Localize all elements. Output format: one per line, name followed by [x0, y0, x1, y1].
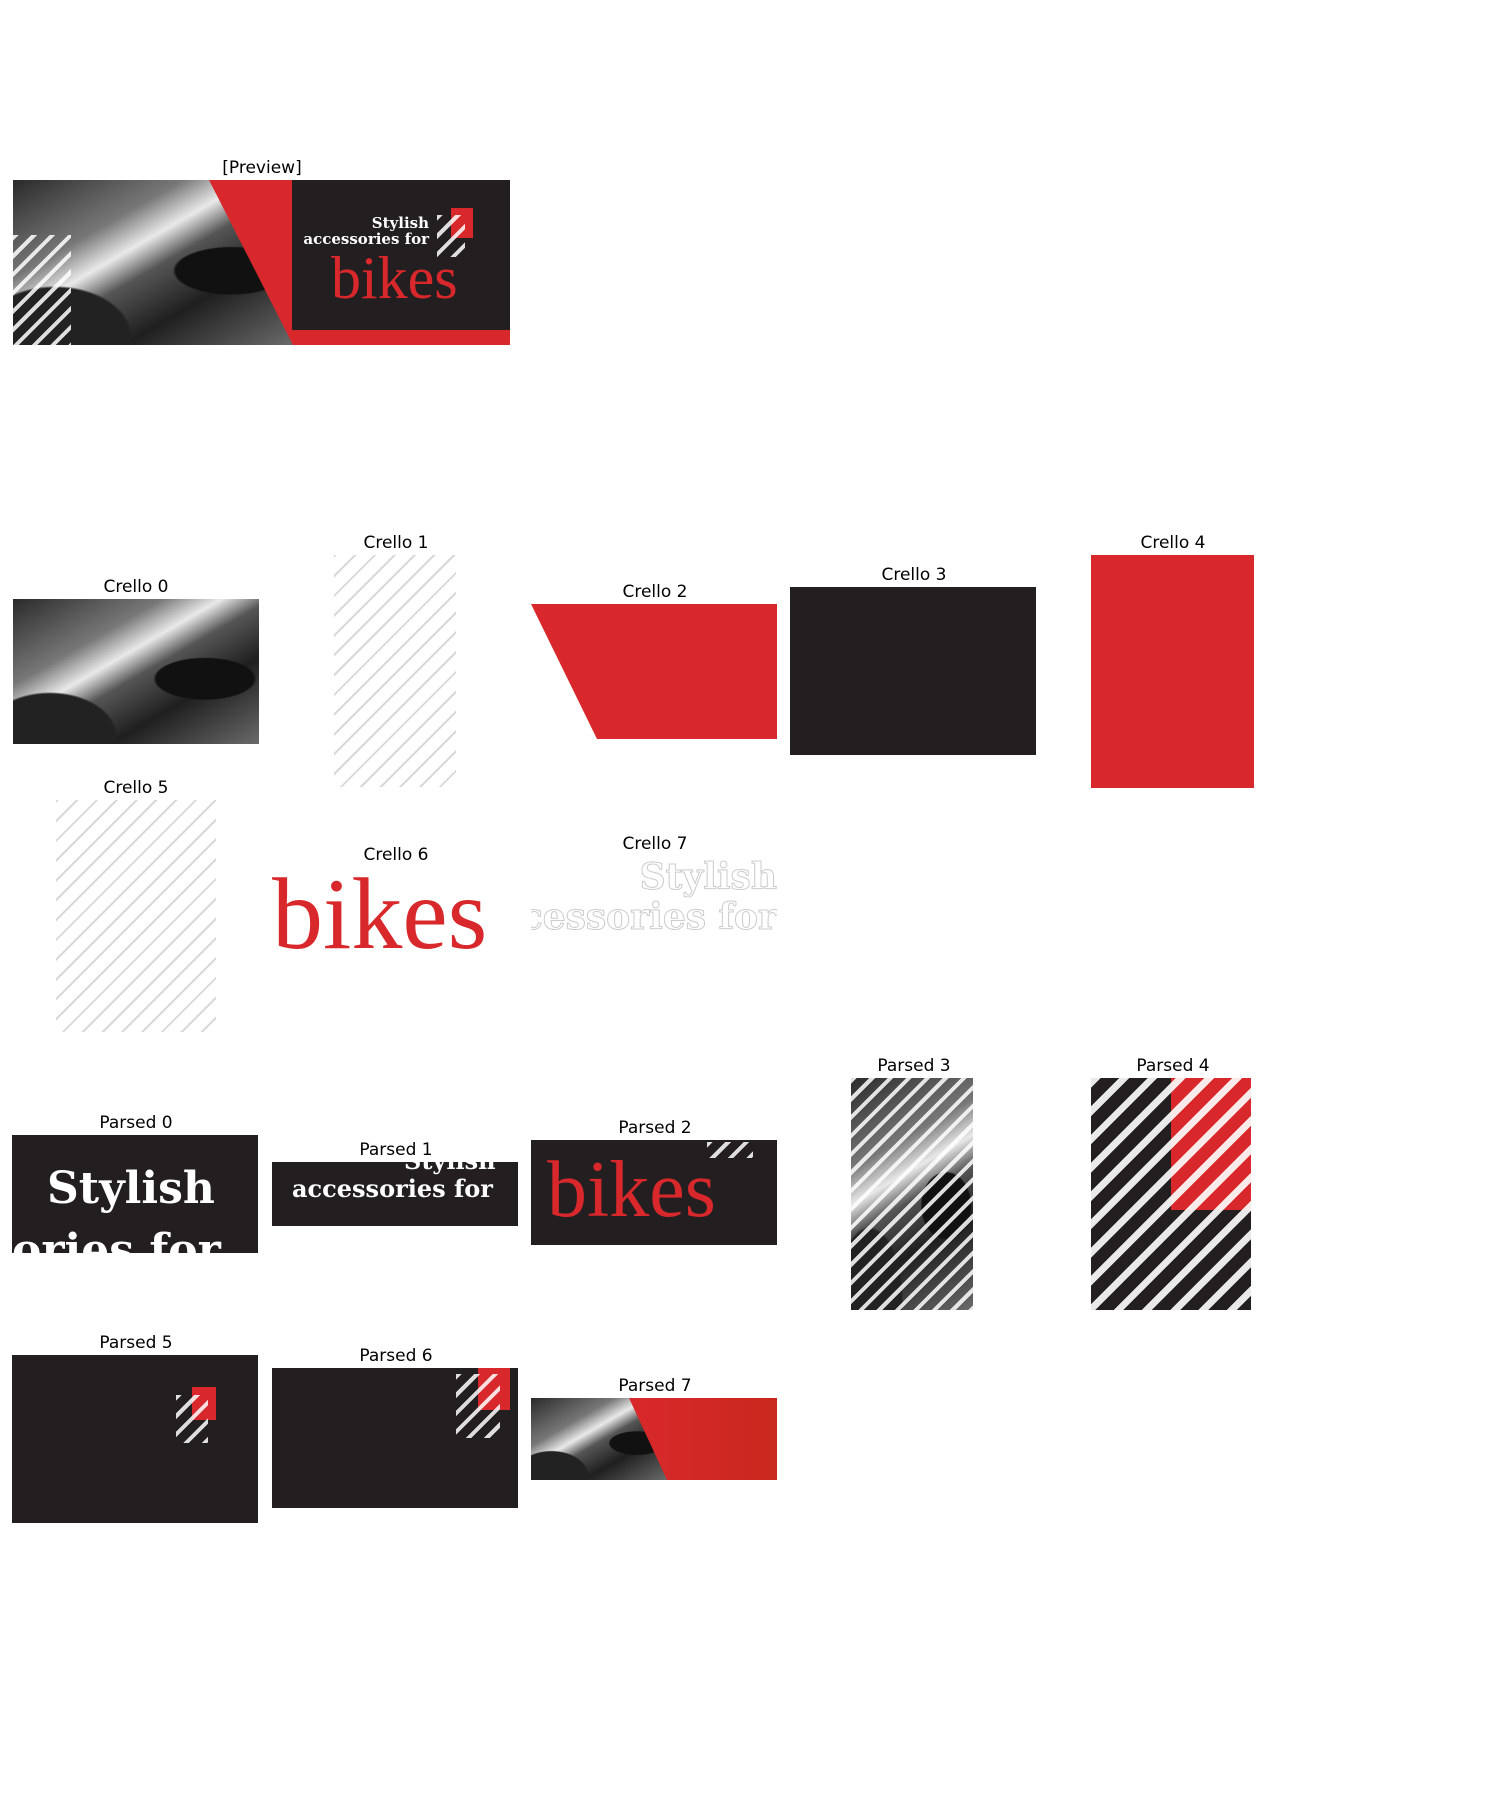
crello-3: Crello 3 [790, 565, 1038, 757]
preview-panel: [Preview] Stylish accessories for bikes [12, 158, 512, 348]
parsed-1-caption: Parsed 1 [359, 1140, 433, 1160]
crello-3-shape [790, 587, 1036, 755]
crello-0-photo [13, 599, 259, 744]
crello-2-caption: Crello 2 [622, 582, 688, 602]
parsed-0-caption: Parsed 0 [99, 1113, 173, 1133]
parsed-7-photo [531, 1398, 667, 1480]
parsed-0-crop: Stylish ories for [12, 1135, 258, 1253]
parsed-7-caption: Parsed 7 [618, 1376, 692, 1396]
crello-0-caption: Crello 0 [103, 577, 169, 597]
parsed-3: Parsed 3 [790, 1056, 1038, 1316]
crello-2-shape [531, 604, 777, 739]
crello-6: Crello 6 bikes [272, 845, 520, 971]
parsed-1-crop: Stylish accessories for [272, 1162, 518, 1226]
crello-1-caption: Crello 1 [363, 533, 429, 553]
preview-canvas: Stylish accessories for bikes [13, 180, 510, 345]
parsed-6-caption: Parsed 6 [359, 1346, 433, 1366]
crello-7-text: Stylish cessories for [531, 856, 777, 940]
parsed-4-stripes [1091, 1078, 1251, 1310]
parsed-7: Parsed 7 [531, 1376, 779, 1486]
crello-1: Crello 1 [272, 533, 520, 793]
preview-caption: [Preview] [222, 158, 302, 178]
parsed-6-crop [272, 1368, 518, 1508]
parsed-5-caption: Parsed 5 [99, 1333, 173, 1353]
parsed-1-line2: accessories for [292, 1174, 493, 1203]
crello-4-caption: Crello 4 [1140, 533, 1206, 553]
crello-7-line2: cessories for [531, 896, 777, 939]
crello-7-line1: Stylish [639, 856, 777, 899]
crello-4-shape [1091, 555, 1254, 788]
parsed-3-stripes [851, 1078, 973, 1310]
parsed-7-crop [531, 1398, 777, 1480]
parsed-0-line1: Stylish [47, 1163, 215, 1214]
crello-2: Crello 2 [531, 582, 779, 742]
parsed-6-stripes [456, 1374, 500, 1438]
crello-7: Crello 7 Stylish cessories for [531, 834, 779, 944]
crello-6-headline: bikes [272, 858, 488, 971]
crello-4: Crello 4 [1049, 533, 1297, 793]
photo-stripes [13, 235, 71, 345]
headline: bikes [331, 245, 458, 311]
parsed-4-crop [1091, 1078, 1251, 1310]
crello-5-caption: Crello 5 [103, 778, 169, 798]
crello-5-stripes [56, 800, 216, 1032]
parsed-6: Parsed 6 [272, 1346, 520, 1516]
parsed-0: Parsed 0 Stylish ories for [12, 1113, 260, 1258]
parsed-4: Parsed 4 [1049, 1056, 1297, 1316]
crello-1-stripes [334, 555, 456, 787]
crello-5: Crello 5 [12, 778, 260, 1038]
parsed-2: Parsed 2 bikes [531, 1118, 779, 1253]
parsed-5: Parsed 5 [12, 1333, 260, 1528]
parsed-1: Parsed 1 Stylish accessories for [272, 1140, 520, 1230]
parsed-2-caption: Parsed 2 [618, 1118, 692, 1138]
crello-0: Crello 0 [12, 577, 260, 747]
parsed-3-crop [851, 1078, 973, 1310]
crello-7-caption: Crello 7 [622, 834, 688, 854]
crello-3-caption: Crello 3 [881, 565, 947, 585]
parsed-5-crop [12, 1355, 258, 1523]
parsed-3-caption: Parsed 3 [877, 1056, 951, 1076]
parsed-2-headline: bikes [547, 1146, 716, 1234]
parsed-2-crop: bikes [531, 1140, 777, 1245]
parsed-4-caption: Parsed 4 [1136, 1056, 1210, 1076]
parsed-0-line2: ories for [12, 1225, 221, 1253]
parsed-5-stripes [176, 1395, 208, 1443]
